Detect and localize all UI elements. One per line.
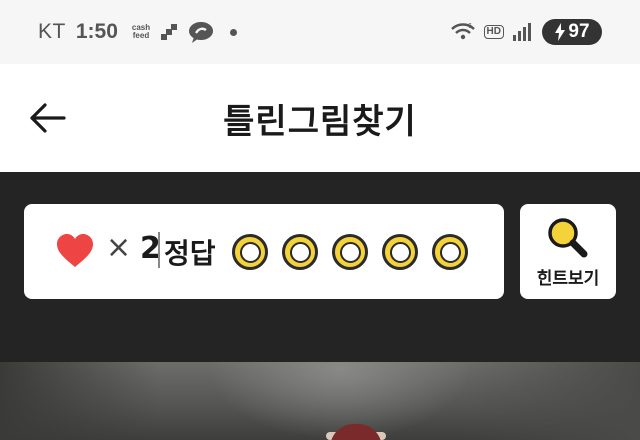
carrier-label: KT (38, 20, 66, 43)
status-bar: KT 1:50 cash feed 6 HD 97 (0, 0, 640, 64)
app-header: 틀린그림찾기 (0, 64, 640, 172)
heart-icon (57, 234, 93, 267)
hd-voice-badge: HD (483, 25, 504, 39)
stairs-icon (161, 24, 178, 40)
talk-icon (189, 22, 214, 43)
lives-multiplier: × (106, 230, 132, 265)
answer-label: 정답 (164, 237, 216, 270)
charging-bolt-icon (555, 23, 566, 41)
hint-button[interactable]: 힌트보기 (520, 204, 616, 299)
text-cursor (158, 232, 160, 268)
status-bar-right: 6 HD 97 (450, 18, 602, 46)
hint-label: 힌트보기 (536, 269, 600, 289)
answer-slot-icon (332, 234, 368, 270)
wifi-icon: 6 (450, 23, 475, 40)
clock: 1:50 (75, 20, 118, 43)
page-title: 틀린그림찾기 (223, 102, 417, 142)
image-shadow-right (460, 362, 640, 440)
game-status-panel: × 2 정답 힌트보기 (0, 172, 640, 362)
answer-slot-icon (382, 234, 418, 270)
score-card: × 2 정답 (24, 204, 504, 299)
cashfeed-bottom-text: feed (132, 31, 150, 40)
answer-slot-icon (432, 234, 468, 270)
svg-text:6: 6 (468, 23, 472, 30)
puzzle-image[interactable] (0, 362, 640, 440)
answer-slot-icon (232, 234, 268, 270)
signal-icon (513, 23, 531, 41)
answer-slot-icon (282, 234, 318, 270)
battery-indicator: 97 (542, 19, 602, 45)
cashfeed-icon: cash feed (132, 24, 150, 40)
battery-level: 97 (568, 21, 590, 42)
notification-dot-icon (230, 28, 238, 36)
status-bar-left: KT 1:50 cash feed (38, 18, 238, 46)
magnifier-icon (548, 218, 588, 258)
answer-slots (232, 234, 468, 270)
image-shadow-left (0, 362, 160, 440)
